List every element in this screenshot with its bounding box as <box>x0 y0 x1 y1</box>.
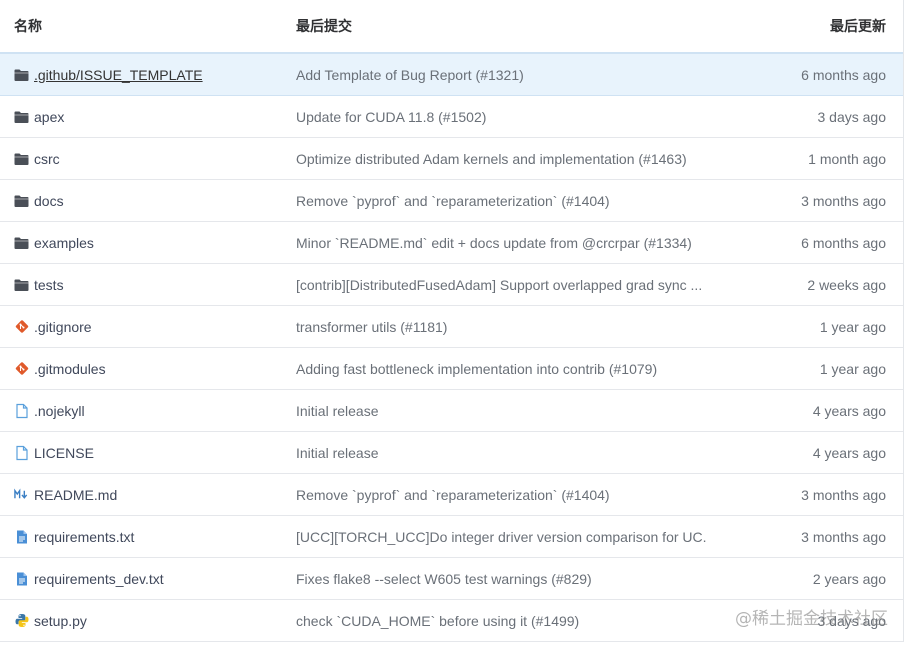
commit-message-link[interactable]: Adding fast bottleneck implementation in… <box>296 361 657 377</box>
commit-message-link[interactable]: Remove `pyprof` and `reparameterization`… <box>296 487 610 503</box>
folder-icon <box>14 235 29 250</box>
updated-time: 2 weeks ago <box>807 276 886 293</box>
updated-time: 3 months ago <box>801 528 886 545</box>
file-name-link[interactable]: .github/ISSUE_TEMPLATE <box>34 67 203 83</box>
folder-icon <box>14 67 29 82</box>
file-name-link[interactable]: LICENSE <box>34 445 94 461</box>
file-icon <box>14 403 29 418</box>
updated-time: 6 months ago <box>801 234 886 251</box>
table-row[interactable]: apex Update for CUDA 11.8 (#1502) 3 days a… <box>0 96 903 138</box>
updated-time: 1 year ago <box>819 318 886 335</box>
table-row[interactable]: docs Remove `pyprof` and `reparameterizat… <box>0 180 903 222</box>
file-table: 名称 最后提交 最后更新 .github/ISSUE_TEMPLATE Add T… <box>0 0 904 642</box>
text-file-icon <box>14 529 29 544</box>
commit-message-link[interactable]: Update for CUDA 11.8 (#1502) <box>296 109 486 125</box>
file-name-link[interactable]: requirements.txt <box>34 529 134 545</box>
updated-time: 1 month ago <box>808 150 886 167</box>
file-name-link[interactable]: .gitignore <box>34 319 92 335</box>
folder-icon <box>14 151 29 166</box>
header-last-commit: 最后提交 <box>296 18 352 34</box>
git-icon <box>14 361 29 376</box>
commit-message-link[interactable]: Remove `pyprof` and `reparameterization`… <box>296 193 610 209</box>
header-last-updated[interactable]: 最后更新 <box>830 16 886 36</box>
commit-message-link[interactable]: Add Template of Bug Report (#1321) <box>296 67 524 83</box>
file-name-link[interactable]: apex <box>34 109 64 125</box>
commit-message-link[interactable]: Initial release <box>296 403 379 419</box>
folder-icon <box>14 109 29 124</box>
commit-message-link[interactable]: Fixes flake8 --select W605 test warnings… <box>296 571 592 587</box>
table-row[interactable]: requirements.txt [UCC][TORCH_UCC]Do integ… <box>0 516 903 558</box>
file-icon <box>14 445 29 460</box>
folder-icon <box>14 193 29 208</box>
commit-message-link[interactable]: Optimize distributed Adam kernels and im… <box>296 151 687 167</box>
table-header: 名称 最后提交 最后更新 <box>0 0 903 53</box>
file-name-link[interactable]: requirements_dev.txt <box>34 571 164 587</box>
updated-time: 3 months ago <box>801 486 886 503</box>
file-list: .github/ISSUE_TEMPLATE Add Template of Bu… <box>0 53 903 642</box>
text-file-icon <box>14 571 29 586</box>
table-row[interactable]: .github/ISSUE_TEMPLATE Add Template of Bu… <box>0 53 903 96</box>
table-row[interactable]: .gitmodules Adding fast bottleneck implem… <box>0 348 903 390</box>
updated-time: 3 months ago <box>801 192 886 209</box>
file-name-link[interactable]: README.md <box>34 487 117 503</box>
table-row[interactable]: LICENSE Initial release 4 years ago <box>0 432 903 474</box>
table-row[interactable]: csrc Optimize distributed Adam kernels an… <box>0 138 903 180</box>
folder-icon <box>14 277 29 292</box>
table-row[interactable]: .gitignore transformer utils (#1181) 1 yea… <box>0 306 903 348</box>
file-name-link[interactable]: .nojekyll <box>34 403 85 419</box>
commit-message-link[interactable]: [UCC][TORCH_UCC]Do integer driver versio… <box>296 529 706 545</box>
header-name[interactable]: 名称 <box>14 16 42 36</box>
commit-message-link[interactable]: transformer utils (#1181) <box>296 319 447 335</box>
file-name-link[interactable]: setup.py <box>34 613 87 629</box>
commit-message-link[interactable]: Minor `README.md` edit + docs update fro… <box>296 235 692 251</box>
markdown-icon <box>14 487 29 502</box>
updated-time: 3 days ago <box>817 108 887 125</box>
table-row[interactable]: requirements_dev.txt Fixes flake8 --selec… <box>0 558 903 600</box>
commit-message-link[interactable]: check `CUDA_HOME` before using it (#1499… <box>296 613 579 629</box>
python-icon <box>14 613 29 628</box>
table-row[interactable]: .nojekyll Initial release 4 years ago <box>0 390 903 432</box>
file-name-link[interactable]: csrc <box>34 151 60 167</box>
updated-time: 4 years ago <box>812 444 886 461</box>
git-icon <box>14 319 29 334</box>
table-row[interactable]: examples Minor `README.md` edit + docs up… <box>0 222 903 264</box>
file-name-link[interactable]: .gitmodules <box>34 361 106 377</box>
updated-time: 3 days ago <box>817 612 887 629</box>
table-row[interactable]: tests [contrib][DistributedFusedAdam] Sup… <box>0 264 903 306</box>
updated-time: 2 years ago <box>812 570 886 587</box>
commit-message-link[interactable]: Initial release <box>296 445 379 461</box>
file-name-link[interactable]: tests <box>34 277 64 293</box>
file-name-link[interactable]: examples <box>34 235 94 251</box>
table-row[interactable]: setup.py check `CUDA_HOME` before using i… <box>0 600 903 642</box>
commit-message-link[interactable]: [contrib][DistributedFusedAdam] Support … <box>296 277 702 293</box>
updated-time: 4 years ago <box>812 402 886 419</box>
table-row[interactable]: README.md Remove `pyprof` and `reparamete… <box>0 474 903 516</box>
updated-time: 6 months ago <box>801 66 886 83</box>
updated-time: 1 year ago <box>819 360 886 377</box>
file-name-link[interactable]: docs <box>34 193 64 209</box>
